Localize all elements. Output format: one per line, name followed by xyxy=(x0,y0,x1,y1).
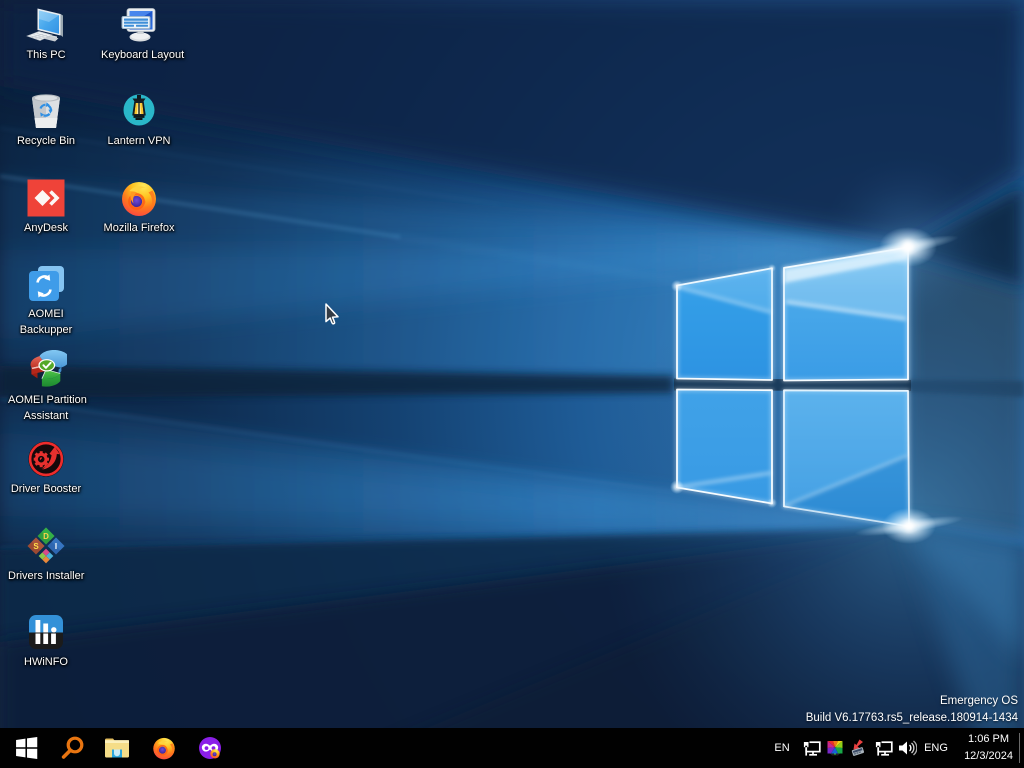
svg-text:I: I xyxy=(55,542,57,551)
svg-text:D: D xyxy=(43,532,49,541)
svg-text:S: S xyxy=(33,542,39,551)
